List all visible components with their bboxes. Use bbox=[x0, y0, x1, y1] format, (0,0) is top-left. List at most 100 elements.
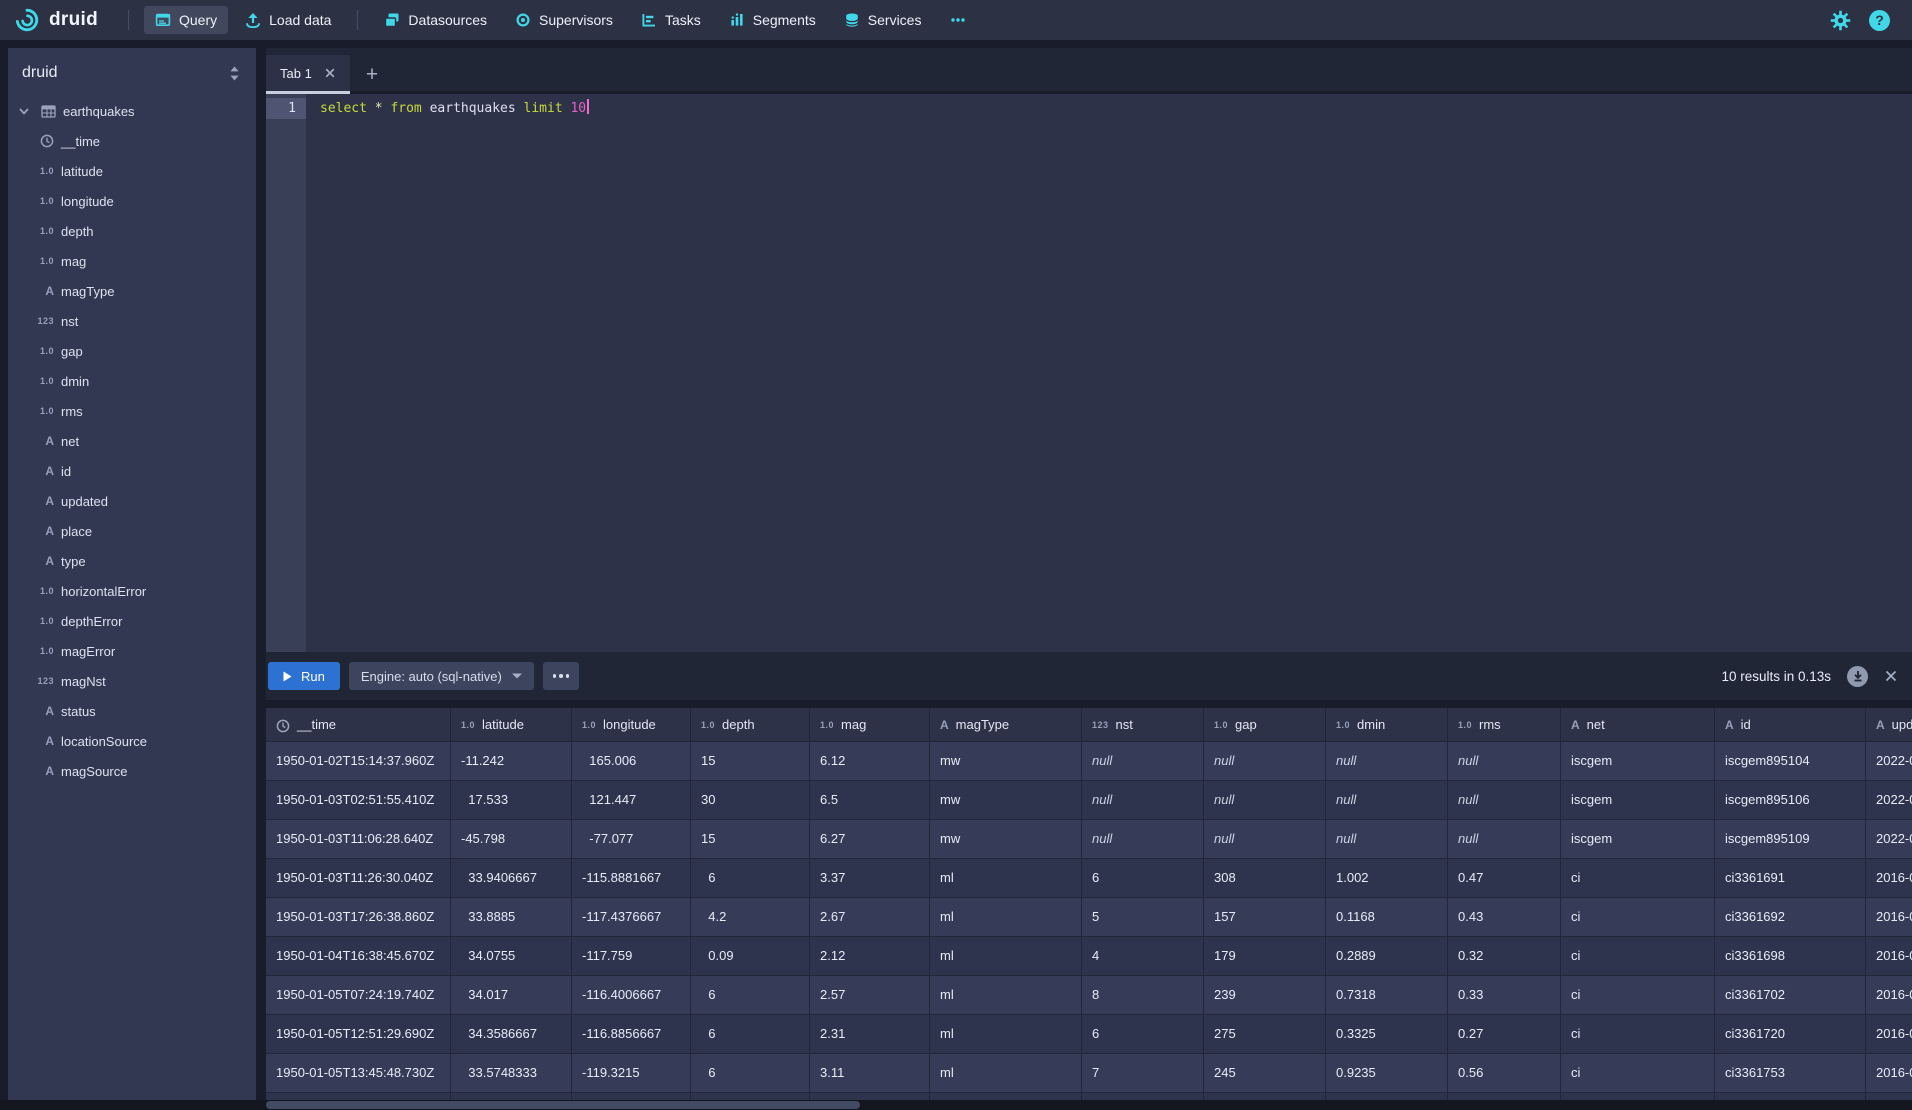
table-cell[interactable]: 6 bbox=[1082, 1015, 1204, 1054]
table-cell[interactable]: 1950-01-04T16:38:45.670Z bbox=[266, 937, 451, 976]
column-header-net[interactable]: Anet bbox=[1561, 708, 1715, 742]
table-cell[interactable]: 0.2889 bbox=[1326, 937, 1448, 976]
tab-1[interactable]: Tab 1 bbox=[266, 55, 350, 91]
sidebar-column-magType[interactable]: AmagType bbox=[8, 276, 256, 306]
table-cell[interactable]: null bbox=[1082, 742, 1204, 781]
table-cell[interactable]: 33.5748333 bbox=[451, 1054, 572, 1093]
table-cell[interactable]: 0.09 bbox=[691, 937, 810, 976]
sidebar-column-id[interactable]: Aid bbox=[8, 456, 256, 486]
table-cell[interactable]: null bbox=[1448, 781, 1561, 820]
column-header-latitude[interactable]: 1.0latitude bbox=[451, 708, 572, 742]
table-cell[interactable]: iscgem bbox=[1561, 742, 1715, 781]
table-cell[interactable]: 34.0755 bbox=[451, 937, 572, 976]
table-cell[interactable]: 1950-01-03T17:26:38.860Z bbox=[266, 898, 451, 937]
table-cell[interactable]: 4 bbox=[1082, 937, 1204, 976]
table-cell[interactable]: 1950-01-05T13:45:48.730Z bbox=[266, 1054, 451, 1093]
sidebar-column-updated[interactable]: Aupdated bbox=[8, 486, 256, 516]
table-cell[interactable]: 239 bbox=[1204, 976, 1326, 1015]
table-cell[interactable]: 30 bbox=[691, 781, 810, 820]
table-cell[interactable]: 2016-0 bbox=[1866, 859, 1912, 898]
column-header-__time[interactable]: __time bbox=[266, 708, 451, 742]
sidebar-column-magError[interactable]: 1.0magError bbox=[8, 636, 256, 666]
table-cell[interactable]: 6 bbox=[691, 1054, 810, 1093]
sidebar-column-__time[interactable]: __time bbox=[8, 126, 256, 156]
sort-double-caret-icon[interactable] bbox=[229, 66, 240, 81]
chevron-down-icon[interactable] bbox=[18, 105, 30, 117]
table-cell[interactable]: 6 bbox=[691, 859, 810, 898]
table-cell[interactable]: ci3361753 bbox=[1715, 1054, 1866, 1093]
sidebar-column-magNst[interactable]: 123magNst bbox=[8, 666, 256, 696]
table-cell[interactable]: 0.47 bbox=[1448, 859, 1561, 898]
column-header-depth[interactable]: 1.0depth bbox=[691, 708, 810, 742]
table-cell[interactable]: 3.37 bbox=[810, 859, 930, 898]
sidebar-column-rms[interactable]: 1.0rms bbox=[8, 396, 256, 426]
table-cell[interactable]: 179 bbox=[1204, 937, 1326, 976]
table-cell[interactable]: 2022-0 bbox=[1866, 742, 1912, 781]
table-cell[interactable]: iscgem895109 bbox=[1715, 820, 1866, 859]
table-cell[interactable]: null bbox=[1448, 820, 1561, 859]
table-cell[interactable]: -77.077 bbox=[572, 820, 691, 859]
table-cell[interactable]: ci bbox=[1561, 1015, 1715, 1054]
column-header-magType[interactable]: AmagType bbox=[930, 708, 1082, 742]
table-cell[interactable]: null bbox=[1204, 742, 1326, 781]
sidebar-column-longitude[interactable]: 1.0longitude bbox=[8, 186, 256, 216]
table-cell[interactable]: ci bbox=[1561, 976, 1715, 1015]
table-cell[interactable]: 2022-0 bbox=[1866, 820, 1912, 859]
nav-item-supervisors[interactable]: Supervisors bbox=[504, 6, 624, 34]
table-cell[interactable]: ml bbox=[930, 898, 1082, 937]
sidebar-column-depth[interactable]: 1.0depth bbox=[8, 216, 256, 246]
column-header-nst[interactable]: 123nst bbox=[1082, 708, 1204, 742]
scrollbar-thumb[interactable] bbox=[266, 1101, 860, 1109]
table-cell[interactable]: ml bbox=[930, 859, 1082, 898]
table-cell[interactable]: 0.7318 bbox=[1326, 976, 1448, 1015]
table-cell[interactable]: 33.9406667 bbox=[451, 859, 572, 898]
nav-item-services[interactable]: Services bbox=[833, 6, 933, 34]
table-cell[interactable]: 1950-01-05T12:51:29.690Z bbox=[266, 1015, 451, 1054]
nav-item-datasources[interactable]: Datasources bbox=[373, 6, 498, 34]
column-header-mag[interactable]: 1.0mag bbox=[810, 708, 930, 742]
table-cell[interactable]: -119.3215 bbox=[572, 1054, 691, 1093]
table-cell[interactable]: 17.533 bbox=[451, 781, 572, 820]
table-cell[interactable]: 8 bbox=[1082, 976, 1204, 1015]
engine-select-button[interactable]: Engine: auto (sql-native) bbox=[349, 662, 534, 690]
nav-item-load-data[interactable]: Load data bbox=[234, 6, 342, 34]
table-cell[interactable]: 1950-01-03T02:51:55.410Z bbox=[266, 781, 451, 820]
table-cell[interactable]: 6.5 bbox=[810, 781, 930, 820]
horizontal-scrollbar[interactable] bbox=[0, 1100, 1912, 1110]
sidebar-column-locationSource[interactable]: AlocationSource bbox=[8, 726, 256, 756]
table-cell[interactable]: 6.27 bbox=[810, 820, 930, 859]
download-results-icon[interactable] bbox=[1847, 666, 1868, 687]
table-cell[interactable]: 1950-01-05T07:24:19.740Z bbox=[266, 976, 451, 1015]
table-cell[interactable]: 2022-0 bbox=[1866, 781, 1912, 820]
table-cell[interactable]: 34.3586667 bbox=[451, 1015, 572, 1054]
table-cell[interactable]: ml bbox=[930, 1015, 1082, 1054]
table-cell[interactable]: 2016-0 bbox=[1866, 1015, 1912, 1054]
table-cell[interactable]: 6 bbox=[1082, 859, 1204, 898]
table-cell[interactable]: 5 bbox=[1082, 898, 1204, 937]
sidebar-column-latitude[interactable]: 1.0latitude bbox=[8, 156, 256, 186]
table-cell[interactable]: -117.759 bbox=[572, 937, 691, 976]
column-header-updated[interactable]: Aupdated bbox=[1866, 708, 1912, 742]
table-cell[interactable]: 7 bbox=[1082, 1054, 1204, 1093]
column-header-rms[interactable]: 1.0rms bbox=[1448, 708, 1561, 742]
table-cell[interactable]: 0.32 bbox=[1448, 937, 1561, 976]
table-cell[interactable]: 33.8885 bbox=[451, 898, 572, 937]
table-cell[interactable]: ci bbox=[1561, 1054, 1715, 1093]
table-cell[interactable]: 3.11 bbox=[810, 1054, 930, 1093]
table-cell[interactable]: 15 bbox=[691, 820, 810, 859]
table-cell[interactable]: -117.4376667 bbox=[572, 898, 691, 937]
table-cell[interactable]: 2016-0 bbox=[1866, 976, 1912, 1015]
sidebar-column-type[interactable]: Atype bbox=[8, 546, 256, 576]
table-cell[interactable]: 2.67 bbox=[810, 898, 930, 937]
sidebar-column-status[interactable]: Astatus bbox=[8, 696, 256, 726]
column-header-dmin[interactable]: 1.0dmin bbox=[1326, 708, 1448, 742]
table-cell[interactable]: null bbox=[1082, 820, 1204, 859]
table-cell[interactable]: 2016-0 bbox=[1866, 898, 1912, 937]
table-cell[interactable]: null bbox=[1204, 781, 1326, 820]
nav-item-segments[interactable]: Segments bbox=[718, 6, 827, 34]
table-cell[interactable]: iscgem bbox=[1561, 820, 1715, 859]
table-cell[interactable]: iscgem bbox=[1561, 781, 1715, 820]
nav-item-query[interactable]: Query bbox=[144, 6, 228, 34]
table-cell[interactable]: 6 bbox=[691, 976, 810, 1015]
table-cell[interactable]: 2.57 bbox=[810, 976, 930, 1015]
